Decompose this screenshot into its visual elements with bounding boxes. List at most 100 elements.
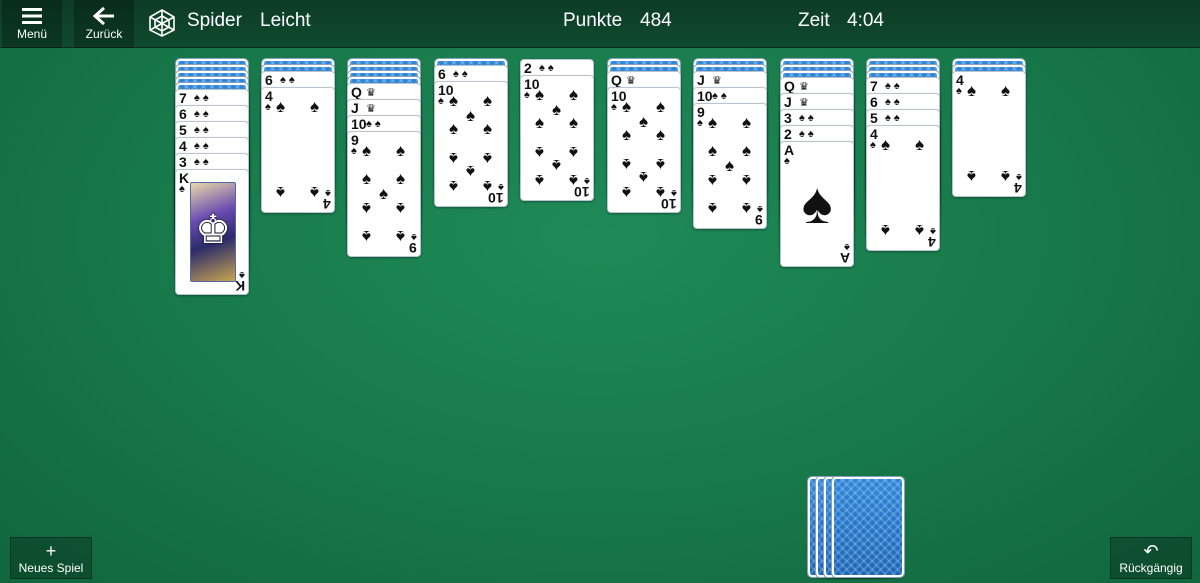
crown-icon: ♛	[799, 97, 809, 109]
spade-icon: ♠ ♠	[885, 96, 900, 108]
spade-icon: ♠	[725, 156, 735, 175]
spade-icon: ♠	[956, 85, 962, 97]
spade-icon: ♠	[569, 85, 579, 104]
playing-card[interactable]: 4 ♠ 4 ♠ ♠ ♠ ♠ ♠	[261, 87, 335, 213]
spade-icon: ♠	[742, 113, 752, 132]
spade-icon: ♠ ♠	[194, 108, 209, 120]
spade-icon: ♠	[784, 155, 790, 167]
undo-icon: ↶	[1143, 541, 1159, 561]
playing-card[interactable]: 10 ♠ 10 ♠ ♠ ♠ ♠ ♠ ♠ ♠ ♠ ♠ ♠ ♠	[434, 81, 508, 207]
game-level: Leicht	[260, 10, 311, 31]
playing-card[interactable]: 4 ♠ 4 ♠ ♠ ♠ ♠ ♠	[952, 71, 1026, 197]
spade-icon: ♠ ♠	[539, 62, 554, 74]
spade-icon: ♠	[639, 168, 649, 188]
spade-icon: ♠	[362, 198, 372, 218]
spade-icon: ♠	[671, 187, 677, 199]
back-button[interactable]: Zurück	[74, 0, 134, 48]
menu-label: Menü	[16, 27, 48, 41]
card-rank: 4	[1014, 180, 1022, 196]
playing-card[interactable]: A ♠ A ♠ ♠	[780, 141, 854, 267]
game-name: Spider	[187, 10, 242, 31]
spade-icon: ♠	[742, 141, 752, 161]
spade-icon: ♠	[584, 175, 590, 187]
spade-icon: ♠ ♠	[799, 128, 814, 140]
spade-icon: ♠	[708, 141, 718, 161]
spade-icon: ♠	[179, 183, 185, 195]
spade-icon: ♠	[483, 119, 493, 139]
spade-icon: ♠	[708, 170, 718, 190]
spade-icon: ♠	[569, 142, 579, 162]
card-rank: A	[839, 250, 850, 266]
menu-button[interactable]: Menü	[2, 0, 62, 48]
spade-icon: ♠	[656, 97, 666, 116]
spade-icon: ♠	[396, 169, 406, 189]
spade-icon: ♠ ♠	[712, 90, 727, 102]
spade-icon: ♠	[708, 113, 718, 132]
spade-icon: ♠	[1016, 171, 1022, 183]
arrow-left-icon	[92, 6, 114, 26]
crown-icon: ♛	[626, 75, 636, 87]
spade-icon: ♠	[656, 125, 666, 145]
playing-card[interactable]: 9 ♠ 9 ♠ ♠ ♠ ♠ ♠ ♠ ♠ ♠ ♠ ♠	[347, 131, 421, 257]
crown-icon: ♛	[366, 87, 376, 99]
spade-icon: ♠	[466, 105, 476, 125]
stock-pile[interactable]	[807, 476, 908, 578]
spade-icon: ♠	[656, 183, 666, 202]
spade-icon: ♠	[1001, 81, 1011, 100]
playing-card[interactable]: 10 ♠ 10 ♠ ♠ ♠ ♠ ♠ ♠ ♠ ♠ ♠ ♠ ♠	[520, 75, 594, 201]
spade-icon: ♠	[466, 162, 476, 182]
spade-icon: ♠	[569, 171, 579, 190]
spade-icon: ♠	[622, 97, 632, 116]
spade-icon: ♠ ♠	[366, 118, 381, 130]
spade-icon: ♠	[967, 167, 977, 186]
new-game-button[interactable]: + Neues Spiel	[10, 537, 92, 579]
spade-icon: ♠	[930, 225, 936, 237]
spade-icon: ♠	[483, 177, 493, 196]
spade-icon: ♠	[449, 177, 459, 196]
spade-icon: ♠ ♠	[194, 140, 209, 152]
spade-icon: ♠	[362, 227, 372, 246]
card-rank: 4	[323, 196, 331, 212]
spade-icon: ♠	[708, 199, 718, 218]
crown-icon: ♛	[799, 81, 809, 93]
playing-card[interactable]: K ♠ K ♠	[175, 169, 249, 295]
playing-card[interactable]: 10 ♠ 10 ♠ ♠ ♠ ♠ ♠ ♠ ♠ ♠ ♠ ♠ ♠	[607, 87, 681, 213]
spade-icon: ♠	[379, 184, 389, 203]
spade-icon: ♠	[483, 91, 493, 110]
spade-icon: ♠	[449, 119, 459, 139]
spade-icon: ♠	[351, 145, 357, 157]
spade-icon: ♠ ♠	[194, 92, 209, 104]
spade-icon: ♠	[552, 99, 562, 119]
spade-icon: ♠	[396, 141, 406, 160]
spade-icon: ♠	[569, 113, 579, 133]
spade-icon: ♠ ♠	[194, 124, 209, 136]
spade-icon: ♠	[656, 154, 666, 174]
spade-icon: ♠	[757, 203, 763, 215]
spade-icon: ♠ ♠	[885, 80, 900, 92]
spade-icon: ♠	[742, 199, 752, 218]
spade-icon: ♠	[310, 183, 320, 202]
spade-icon: ♠ ♠	[885, 112, 900, 124]
spade-icon: ♠	[362, 169, 372, 189]
playing-card[interactable]: 9 ♠ 9 ♠ ♠ ♠ ♠ ♠ ♠ ♠ ♠ ♠ ♠	[693, 103, 767, 229]
score-value: 484	[640, 10, 672, 31]
crown-icon: ♛	[712, 75, 722, 87]
spade-icon: ♠	[362, 141, 372, 160]
spade-icon: ♠ ♠	[799, 112, 814, 124]
spade-icon: ♠	[483, 148, 493, 168]
spade-icon: ♠	[552, 156, 562, 176]
undo-label: Rückgängig	[1119, 561, 1183, 575]
undo-button[interactable]: ↶ Rückgängig	[1110, 537, 1192, 579]
stock-card-back[interactable]	[831, 476, 905, 578]
spade-icon: ♠	[967, 81, 977, 100]
time-label: Zeit	[798, 10, 830, 31]
spade-icon: ♠	[239, 269, 245, 281]
hamburger-icon	[22, 8, 42, 24]
spade-icon: ♠ ♠	[453, 68, 468, 80]
spade-icon: ♠	[1001, 167, 1011, 186]
crown-icon: ♛	[366, 103, 376, 115]
top-bar: Menü Zurück Spider Leicht Punkte 484 Zei…	[0, 0, 1200, 48]
playing-card[interactable]: 4 ♠ 4 ♠ ♠ ♠ ♠ ♠	[866, 125, 940, 251]
spade-icon: ♠	[611, 101, 617, 113]
spade-icon: ♠	[535, 85, 545, 104]
